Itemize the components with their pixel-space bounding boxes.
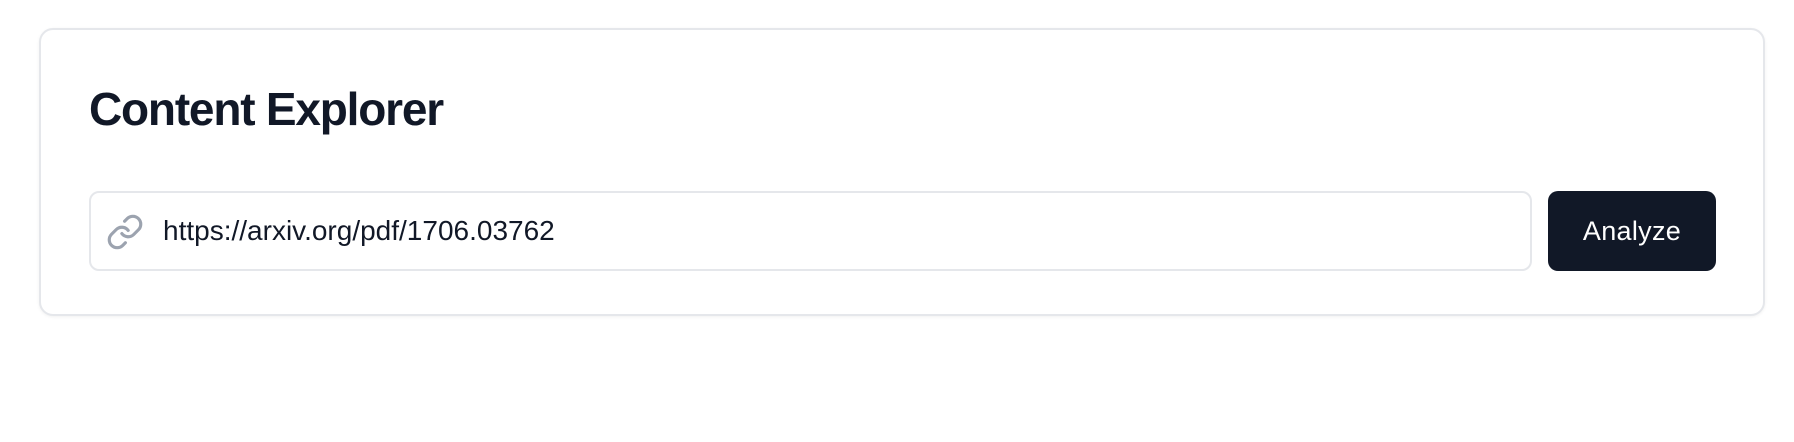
- url-input[interactable]: [163, 203, 1513, 259]
- page: Content Explorer Analyze: [0, 0, 1794, 442]
- page-title: Content Explorer: [89, 83, 444, 135]
- url-input-container[interactable]: [89, 191, 1532, 271]
- content-explorer-card: Content Explorer Analyze: [39, 28, 1765, 316]
- link-icon: [106, 213, 144, 251]
- analyze-button[interactable]: Analyze: [1548, 191, 1716, 271]
